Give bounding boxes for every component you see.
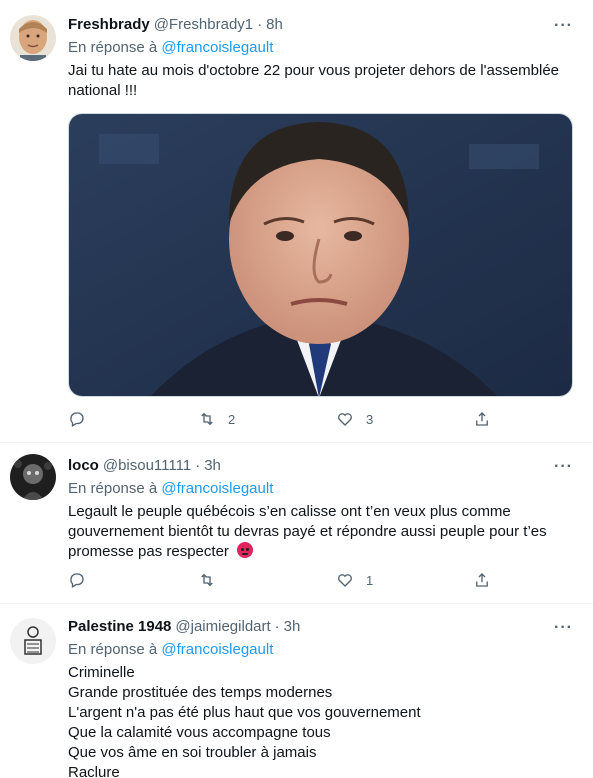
tweet-text-line: Legault le peuple québécois s’en calisse… (68, 503, 547, 560)
tweet-header: loco @bisou11111 · 3h (68, 456, 579, 476)
avatar[interactable] (10, 15, 56, 61)
heart-icon (338, 574, 352, 587)
user-handle[interactable]: @bisou11111 (103, 456, 191, 476)
tweet-actions: 1 (68, 570, 508, 590)
tweet[interactable]: loco @bisou11111 · 3h ··· En réponse à @… (0, 443, 593, 604)
user-handle[interactable]: @jaimiegildart (175, 617, 270, 637)
retweet-count: 2 (228, 411, 236, 427)
tweet-header: Freshbrady @Freshbrady1 · 8h (68, 15, 579, 35)
more-options-icon[interactable]: ··· (554, 619, 573, 637)
reply-context: En réponse à @francoislegault (68, 479, 579, 499)
tweet-text-line: Que la calamité vous accompagne tous (68, 724, 331, 741)
share-icon (476, 573, 488, 587)
reply-context: En réponse à @francoislegault (68, 38, 579, 58)
reply-icon (70, 573, 84, 588)
retweet-button[interactable] (198, 570, 228, 590)
reply-button[interactable] (68, 570, 98, 590)
separator: · (274, 618, 280, 635)
share-button[interactable] (473, 570, 491, 590)
reply-prefix: En réponse à (68, 39, 158, 56)
retweet-button[interactable]: 2 (198, 409, 235, 429)
tweet-text-line: Grande prostituée des temps modernes (68, 684, 333, 701)
tweet-header: Palestine 1948 @jaimiegildart · 3h (68, 617, 579, 637)
tweet-text-line: Criminelle (68, 664, 135, 681)
timestamp[interactable]: 3h (284, 617, 301, 637)
reply-context: En réponse à @francoislegault (68, 640, 579, 660)
timestamp[interactable]: 8h (266, 15, 283, 35)
reply-prefix: En réponse à (68, 480, 158, 497)
tweet-photo[interactable] (68, 113, 573, 397)
reply-feed: Freshbrady @Freshbrady1 · 8h ··· En répo… (0, 0, 593, 778)
angry-face-icon (237, 542, 254, 558)
tweet-text: Legault le peuple québécois s’en calisse… (68, 502, 579, 562)
tweet[interactable]: Freshbrady @Freshbrady1 · 8h ··· En répo… (0, 0, 593, 443)
tweet-text: Criminelle Grande prostituée des temps m… (68, 663, 579, 778)
user-handle[interactable]: @Freshbrady1 (154, 15, 253, 35)
heart-icon (338, 413, 352, 426)
like-button[interactable]: 1 (336, 570, 373, 590)
avatar[interactable] (10, 618, 56, 664)
photo-illustration (69, 114, 572, 396)
retweet-icon (201, 412, 213, 426)
like-button[interactable]: 3 (336, 409, 373, 429)
timestamp[interactable]: 3h (204, 456, 221, 476)
more-options-icon[interactable]: ··· (554, 458, 573, 476)
reply-button[interactable] (68, 409, 98, 429)
display-name[interactable]: loco (68, 456, 99, 476)
tweet-text-line: Jai tu hate au mois d'octobre 22 pour vo… (68, 62, 560, 99)
tweet-text-line: Raclure (68, 764, 120, 778)
like-count: 3 (366, 411, 374, 427)
avatar[interactable] (10, 454, 56, 500)
more-options-icon[interactable]: ··· (554, 17, 573, 35)
like-count: 1 (366, 572, 374, 588)
display-name[interactable]: Palestine 1948 (68, 617, 171, 637)
tweet-actions: 2 3 (68, 409, 508, 429)
display-name[interactable]: Freshbrady (68, 15, 150, 35)
share-icon (476, 412, 488, 426)
separator: · (257, 16, 263, 33)
tweet-text-line: Que vos âme en soi troubler à jamais (68, 744, 317, 761)
retweet-icon (201, 573, 213, 587)
separator: · (195, 457, 201, 474)
reply-mention-link[interactable]: @francoislegault (161, 641, 273, 658)
tweet-text: Jai tu hate au mois d'octobre 22 pour vo… (68, 61, 579, 101)
reply-prefix: En réponse à (68, 641, 158, 658)
tweet[interactable]: Palestine 1948 @jaimiegildart · 3h ··· E… (0, 604, 593, 778)
share-button[interactable] (473, 409, 491, 429)
reply-mention-link[interactable]: @francoislegault (161, 480, 273, 497)
reply-mention-link[interactable]: @francoislegault (161, 39, 273, 56)
reply-icon (70, 412, 84, 427)
tweet-text-line: L'argent n'a pas été plus haut que vos g… (68, 704, 421, 721)
